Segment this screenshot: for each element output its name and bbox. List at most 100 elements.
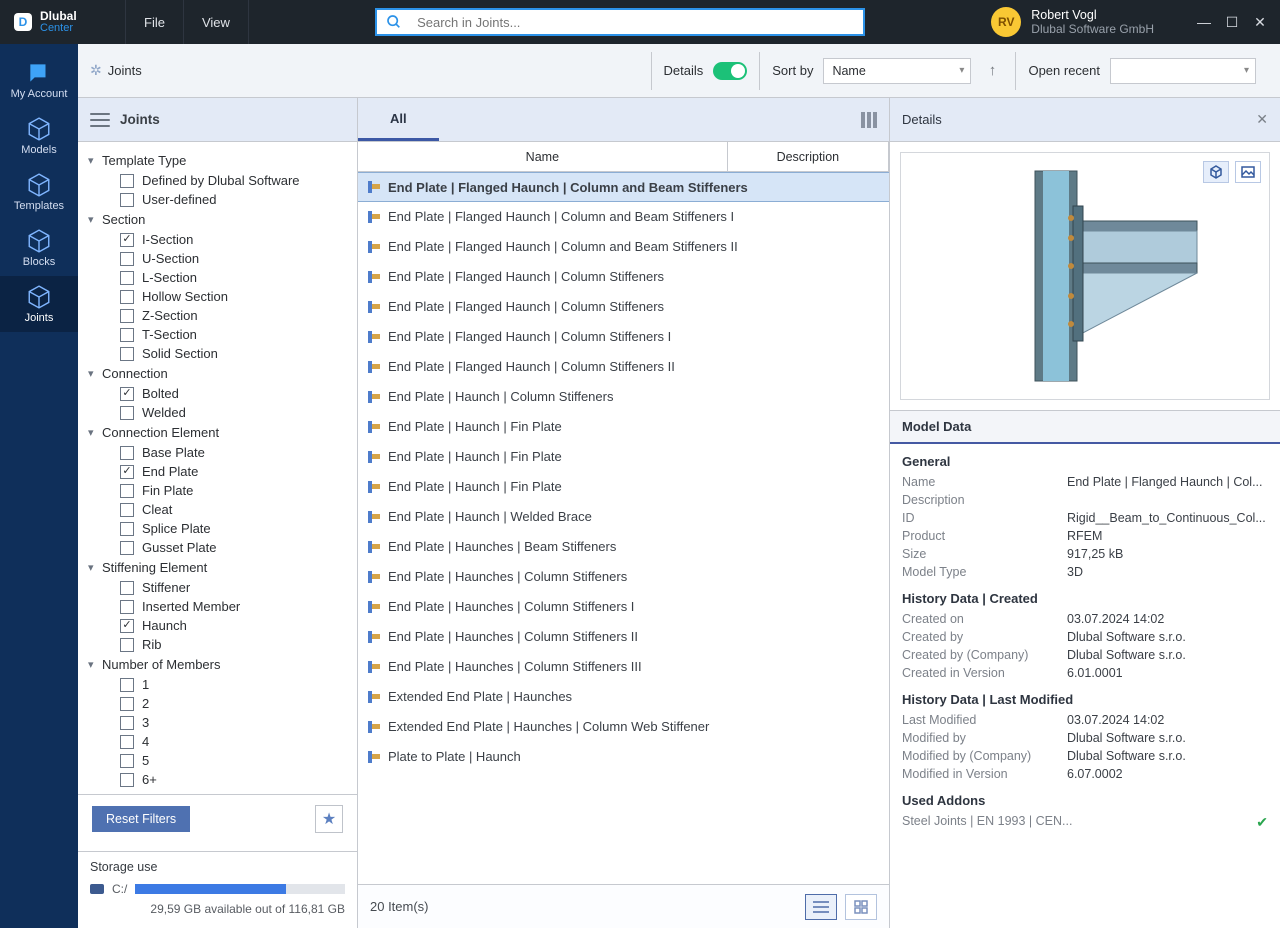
filter-option[interactable]: Cleat	[82, 500, 353, 519]
table-row[interactable]: Plate to Plate | Haunch	[358, 742, 889, 772]
checkbox[interactable]	[120, 678, 134, 692]
filter-cat[interactable]: Stiffening Element	[82, 557, 353, 578]
filter-option[interactable]: Fin Plate	[82, 481, 353, 500]
table-row[interactable]: Extended End Plate | Haunches	[358, 682, 889, 712]
filter-option[interactable]: User-defined	[82, 190, 353, 209]
user-menu[interactable]: RV Robert Vogl Dlubal Software GmbH	[991, 7, 1164, 37]
close-details-button[interactable]: ✕	[1256, 111, 1268, 128]
checkbox[interactable]	[120, 581, 134, 595]
table-row[interactable]: End Plate | Haunches | Column Stiffeners	[358, 562, 889, 592]
table-row[interactable]: Extended End Plate | Haunches | Column W…	[358, 712, 889, 742]
filter-option[interactable]: End Plate	[82, 462, 353, 481]
filter-option[interactable]: 5	[82, 751, 353, 770]
table-row[interactable]: End Plate | Flanged Haunch | Column Stif…	[358, 352, 889, 382]
checkbox[interactable]	[120, 541, 134, 555]
filter-option[interactable]: L-Section	[82, 268, 353, 287]
checkbox[interactable]	[120, 754, 134, 768]
checkbox[interactable]	[120, 716, 134, 730]
filter-option[interactable]: Inserted Member	[82, 597, 353, 616]
tab-all[interactable]: All	[358, 98, 439, 141]
table-row[interactable]: End Plate | Haunch | Fin Plate	[358, 412, 889, 442]
filter-option[interactable]: Hollow Section	[82, 287, 353, 306]
filter-cat[interactable]: Number of Members	[82, 654, 353, 675]
menu-file[interactable]: File	[126, 0, 184, 44]
checkbox[interactable]	[120, 309, 134, 323]
sidebar-item-my-account[interactable]: My Account	[0, 52, 78, 108]
checkbox[interactable]	[120, 174, 134, 188]
view-list-button[interactable]	[805, 894, 837, 920]
filter-option[interactable]: Haunch	[82, 616, 353, 635]
filter-option[interactable]: Rib	[82, 635, 353, 654]
sort-direction-button[interactable]: ↑	[981, 62, 1003, 79]
filter-option[interactable]: Defined by Dlubal Software	[82, 171, 353, 190]
filter-option[interactable]: 4	[82, 732, 353, 751]
openrecent-select[interactable]: ▾	[1110, 58, 1256, 84]
checkbox[interactable]	[120, 600, 134, 614]
filter-cat[interactable]: Connection	[82, 363, 353, 384]
checkbox[interactable]	[120, 638, 134, 652]
search-input[interactable]	[411, 15, 863, 30]
checkbox[interactable]	[120, 406, 134, 420]
filter-option[interactable]: Z-Section	[82, 306, 353, 325]
maximize-button[interactable]: ☐	[1222, 14, 1242, 31]
table-row[interactable]: End Plate | Flanged Haunch | Column and …	[358, 202, 889, 232]
filter-option[interactable]: Splice Plate	[82, 519, 353, 538]
filter-option[interactable]: U-Section	[82, 249, 353, 268]
table-row[interactable]: End Plate | Haunches | Column Stiffeners…	[358, 592, 889, 622]
table-row[interactable]: End Plate | Haunch | Fin Plate	[358, 442, 889, 472]
filter-option[interactable]: Gusset Plate	[82, 538, 353, 557]
sidebar-item-blocks[interactable]: Blocks	[0, 220, 78, 276]
checkbox[interactable]	[120, 252, 134, 266]
col-name[interactable]: Name	[358, 142, 728, 171]
checkbox[interactable]	[120, 735, 134, 749]
col-description[interactable]: Description	[728, 142, 889, 171]
preview-image-button[interactable]	[1235, 161, 1261, 183]
checkbox[interactable]	[120, 193, 134, 207]
table-row[interactable]: End Plate | Flanged Haunch | Column Stif…	[358, 322, 889, 352]
filter-option[interactable]: 3	[82, 713, 353, 732]
table-row[interactable]: End Plate | Haunches | Column Stiffeners…	[358, 622, 889, 652]
filter-option[interactable]: Solid Section	[82, 344, 353, 363]
filter-option[interactable]: Base Plate	[82, 443, 353, 462]
table-row[interactable]: End Plate | Haunches | Beam Stiffeners	[358, 532, 889, 562]
filter-option[interactable]: T-Section	[82, 325, 353, 344]
filter-cat[interactable]: Template Type	[82, 150, 353, 171]
checkbox[interactable]	[120, 290, 134, 304]
menu-view[interactable]: View	[184, 0, 249, 44]
checkbox[interactable]	[120, 465, 134, 479]
checkbox[interactable]	[120, 773, 134, 787]
filter-option[interactable]: 1	[82, 675, 353, 694]
checkbox[interactable]	[120, 233, 134, 247]
filter-option[interactable]: Bolted	[82, 384, 353, 403]
filter-cat[interactable]: Section	[82, 209, 353, 230]
filter-option[interactable]: 6+	[82, 770, 353, 789]
filter-option[interactable]: Welded	[82, 403, 353, 422]
checkbox[interactable]	[120, 697, 134, 711]
checkbox[interactable]	[120, 503, 134, 517]
filter-option[interactable]: I-Section	[82, 230, 353, 249]
filter-cat[interactable]: Connection Element	[82, 422, 353, 443]
checkbox[interactable]	[120, 446, 134, 460]
favorite-button[interactable]: ★	[315, 805, 343, 833]
table-row[interactable]: End Plate | Flanged Haunch | Column Stif…	[358, 292, 889, 322]
sidebar-item-joints[interactable]: Joints	[0, 276, 78, 332]
filter-option[interactable]: Stiffener	[82, 578, 353, 597]
table-row[interactable]: End Plate | Flanged Haunch | Column and …	[358, 172, 889, 202]
minimize-button[interactable]: —	[1194, 14, 1214, 31]
table-row[interactable]: End Plate | Flanged Haunch | Column and …	[358, 232, 889, 262]
sidebar-item-templates[interactable]: Templates	[0, 164, 78, 220]
reset-filters-button[interactable]: Reset Filters	[92, 806, 190, 832]
checkbox[interactable]	[120, 619, 134, 633]
table-row[interactable]: End Plate | Flanged Haunch | Column Stif…	[358, 262, 889, 292]
checkbox[interactable]	[120, 271, 134, 285]
checkbox[interactable]	[120, 347, 134, 361]
filter-option[interactable]: 2	[82, 694, 353, 713]
table-row[interactable]: End Plate | Haunch | Column Stiffeners	[358, 382, 889, 412]
sidebar-item-models[interactable]: Models	[0, 108, 78, 164]
preview-3d-button[interactable]	[1203, 161, 1229, 183]
table-row[interactable]: End Plate | Haunch | Welded Brace	[358, 502, 889, 532]
checkbox[interactable]	[120, 328, 134, 342]
app-logo[interactable]: D Dlubal Center	[0, 0, 126, 44]
close-button[interactable]: ✕	[1250, 14, 1270, 31]
checkbox[interactable]	[120, 484, 134, 498]
